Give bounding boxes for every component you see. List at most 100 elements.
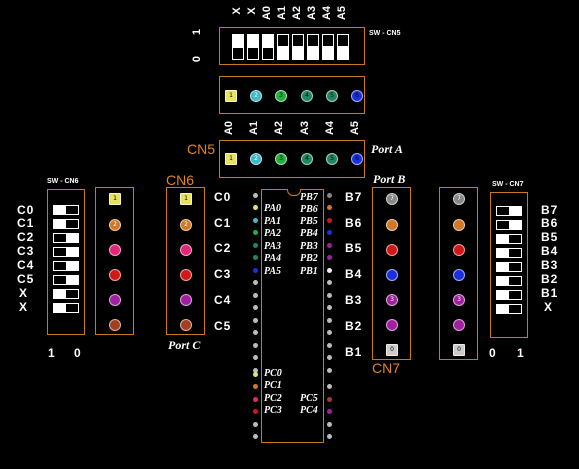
- dip-switch-a0[interactable]: [262, 34, 274, 60]
- cn7-label: CN7: [372, 360, 401, 376]
- right-switch-value-0: 0: [489, 346, 497, 360]
- chip-pin-right: PB4: [300, 228, 318, 239]
- dip-switch-b6[interactable]: [496, 220, 522, 230]
- dip-switch-b4[interactable]: [496, 248, 522, 258]
- left-switch-label: C1: [17, 216, 35, 230]
- left-switch-label: C2: [17, 230, 35, 244]
- port-c-label: C1: [214, 216, 232, 230]
- chip-notch: [287, 189, 301, 196]
- led-b6-outer: [453, 219, 465, 231]
- led-a3: 4: [301, 153, 313, 165]
- led-c0: 1: [180, 193, 192, 205]
- led-b4-outer: [453, 269, 465, 281]
- led-a2: 3: [275, 153, 287, 165]
- led-c0-outer: 1: [109, 193, 121, 205]
- port-c-title: Port C: [168, 338, 201, 352]
- dip-switch-x3[interactable]: [53, 289, 79, 299]
- dip-switch-a1[interactable]: [277, 34, 289, 60]
- chip-pin-left: PA3: [264, 241, 282, 252]
- top-switch-value-1: 1: [191, 28, 203, 36]
- led-c4: [180, 294, 192, 306]
- right-switch-title: SW - CN7: [492, 181, 524, 188]
- port-a-label: A2: [273, 120, 285, 136]
- dip-switch-b3[interactable]: [496, 262, 522, 272]
- port-b-label: B2: [345, 319, 363, 333]
- dip-switch-c1[interactable]: [53, 219, 79, 229]
- dip-switch-c2[interactable]: [53, 233, 79, 243]
- right-dip-switch: [490, 192, 528, 338]
- left-switch-title: SW - CN6: [47, 178, 79, 185]
- dip-switch-b7[interactable]: [496, 206, 522, 216]
- right-switch-label: B7: [541, 203, 559, 217]
- chip-pin-right-pc: PC4: [300, 405, 318, 416]
- port-a-label: A0: [223, 120, 235, 136]
- led-b7: 7: [386, 193, 398, 205]
- left-switch-label: X: [19, 300, 29, 314]
- chip-pin-right: PB3: [300, 241, 318, 252]
- dip-switch-b5[interactable]: [496, 234, 522, 244]
- port-b-title: Port B: [373, 172, 406, 186]
- left-switch-label: C3: [17, 244, 35, 258]
- led-b4: [386, 269, 398, 281]
- left-switch-value-1: 1: [48, 346, 56, 360]
- led-a1: 2: [250, 153, 262, 165]
- led-a3-top: 4: [301, 90, 313, 102]
- chip-left-pin-dots: [252, 190, 260, 440]
- dip-switch-c5[interactable]: [53, 275, 79, 285]
- led-a4-top: 5: [326, 90, 338, 102]
- led-b3: 3: [386, 294, 398, 306]
- top-switch-label: A2: [291, 5, 303, 21]
- cn5-label: CN5: [187, 141, 216, 157]
- dip-switch-x5[interactable]: [496, 304, 522, 314]
- port-c-label: C0: [214, 190, 232, 204]
- led-b1-outer: 0: [453, 344, 465, 356]
- port-c-label: C4: [214, 293, 232, 307]
- top-led-row: 1 2 3 4 5 6: [219, 76, 365, 114]
- dip-switch-x4[interactable]: [53, 303, 79, 313]
- dip-switch-b1[interactable]: [496, 290, 522, 300]
- left-outer-led-column: 1 2: [95, 187, 134, 335]
- port-b-label: B6: [345, 216, 363, 230]
- dip-switch-a3[interactable]: [307, 34, 319, 60]
- right-switch-label: B2: [541, 272, 559, 286]
- top-switch-title: SW - CN5: [369, 30, 401, 37]
- port-c-label: C5: [214, 319, 232, 333]
- port-b-label: B1: [345, 345, 363, 359]
- chip-pin-left: PA0: [264, 203, 282, 214]
- dip-switch-a5[interactable]: [337, 34, 349, 60]
- led-c5: [180, 319, 192, 331]
- left-switch-label: X: [19, 286, 29, 300]
- dip-switch-a4[interactable]: [322, 34, 334, 60]
- port-b-label: B3: [345, 293, 363, 307]
- dip-switch-b2[interactable]: [496, 276, 522, 286]
- led-c1: 2: [180, 219, 192, 231]
- left-dip-switch: [47, 189, 85, 335]
- left-switch-value-0: 0: [74, 346, 82, 360]
- led-a2-top: 3: [275, 90, 287, 102]
- chip-pin-left-pc: PC1: [264, 380, 282, 391]
- port-c-led-column: 1 2: [166, 187, 205, 335]
- dip-switch-c0[interactable]: [53, 205, 79, 215]
- dip-switch-a2[interactable]: [292, 34, 304, 60]
- chip-pin-left: PA1: [264, 216, 282, 227]
- dip-switch-x1[interactable]: [232, 34, 244, 60]
- port-c-label: C3: [214, 267, 232, 281]
- right-switch-label: B1: [541, 286, 559, 300]
- top-switch-label: A1: [276, 5, 288, 21]
- right-switch-label: B4: [541, 244, 559, 258]
- left-switch-label: C0: [17, 203, 35, 217]
- led-a0: 1: [225, 153, 237, 165]
- port-b-led-column: 7 3 0: [372, 187, 411, 360]
- led-c4-outer: [109, 294, 121, 306]
- top-switch-value-0: 0: [191, 55, 203, 63]
- port-b-label: B4: [345, 267, 363, 281]
- right-outer-led-column: 7 3 0: [439, 187, 478, 360]
- dip-switch-x2[interactable]: [247, 34, 259, 60]
- right-switch-value-1: 1: [517, 346, 525, 360]
- top-dip-switch: [219, 27, 365, 65]
- dip-switch-c3[interactable]: [53, 247, 79, 257]
- led-a5: 6: [351, 153, 363, 165]
- led-b5: [386, 244, 398, 256]
- top-switch-label: X: [246, 7, 258, 15]
- dip-switch-c4[interactable]: [53, 261, 79, 271]
